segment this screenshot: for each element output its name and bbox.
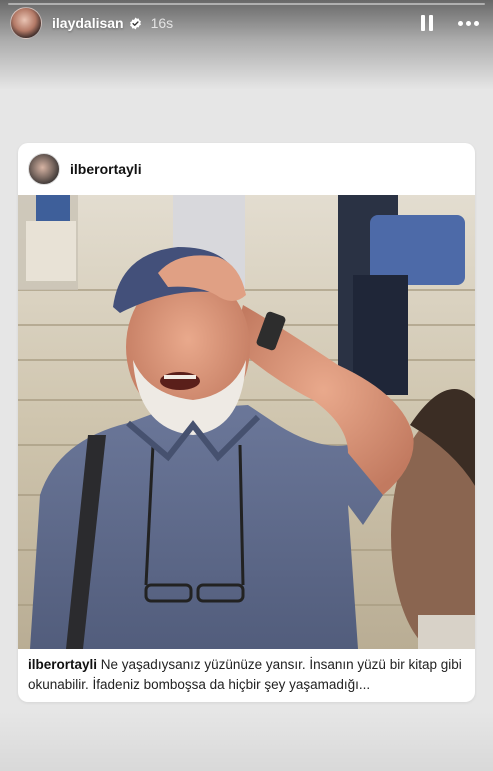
more-dot — [473, 20, 479, 26]
pause-icon — [421, 15, 425, 31]
more-options-icon — [457, 20, 463, 26]
more-dot — [465, 20, 471, 26]
post-header: ilberortayli — [18, 143, 475, 195]
post-photo[interactable] — [18, 195, 475, 649]
pause-icon-bar — [429, 15, 433, 31]
story-progress-bar — [8, 3, 485, 5]
caption-username[interactable]: ilberortayli — [28, 657, 97, 672]
story-viewer[interactable]: ilaydalisan 16s ilberortayli ilberortayl… — [0, 0, 493, 771]
story-avatar[interactable] — [10, 7, 42, 39]
pause-button[interactable] — [415, 11, 439, 35]
post-caption[interactable]: ilberortayli Ne yaşadıysanız yüzünüze ya… — [28, 655, 465, 695]
verified-badge-icon — [129, 17, 141, 29]
post-author-username[interactable]: ilberortayli — [70, 161, 142, 177]
post-author-avatar[interactable] — [28, 153, 60, 185]
story-header: ilaydalisan 16s — [10, 6, 481, 40]
more-options-button[interactable] — [455, 11, 481, 35]
story-timestamp: 16s — [150, 15, 174, 31]
post-photo-illustration — [18, 195, 475, 649]
bottom-gradient-overlay — [0, 711, 493, 771]
shared-post-card[interactable]: ilberortayli ilberortayli Ne yaşadıysanı… — [18, 143, 475, 702]
story-username[interactable]: ilaydalisan — [52, 15, 124, 31]
